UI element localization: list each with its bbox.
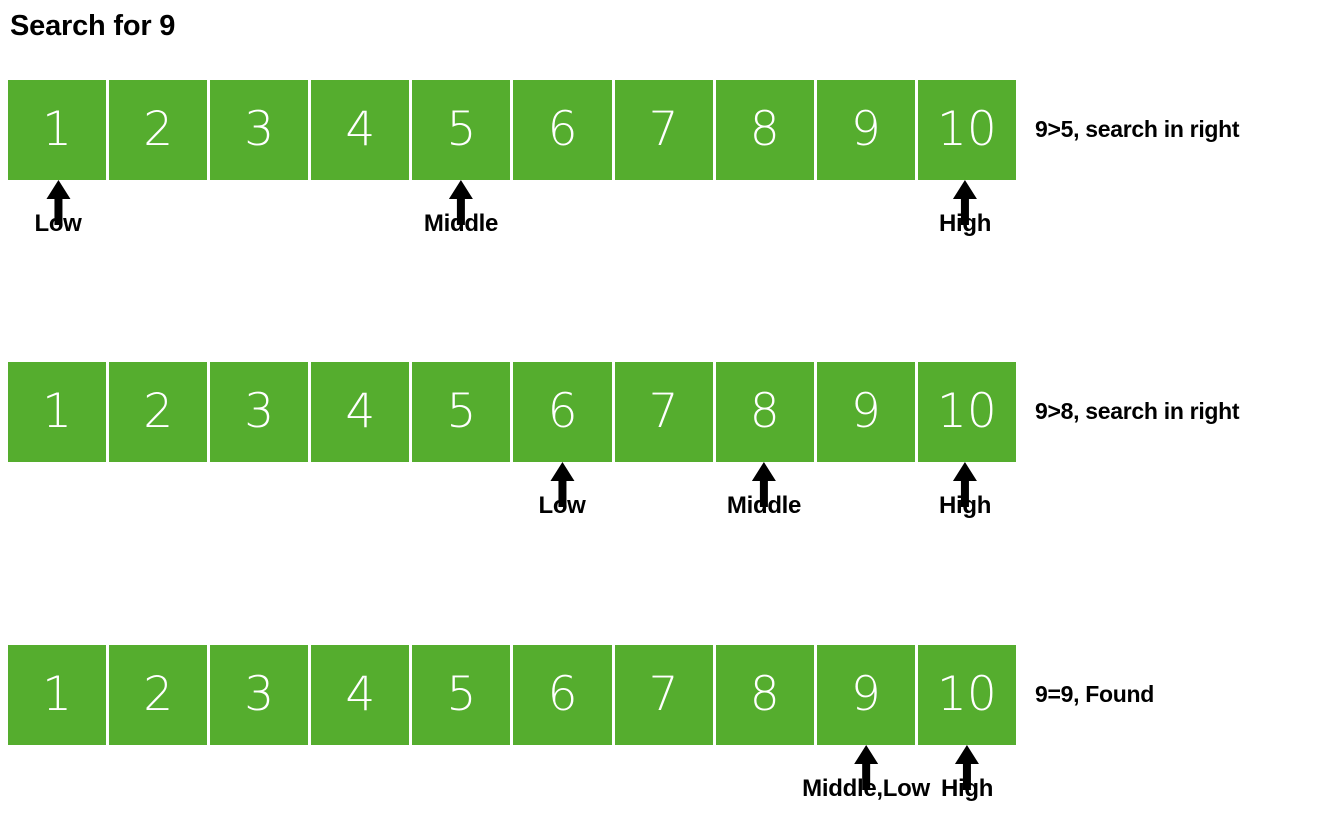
array-cell[interactable]: 2 — [109, 645, 211, 745]
array-cell-value: 5 — [446, 666, 477, 722]
array-cell-value: 4 — [345, 666, 376, 722]
pointer-high: High — [939, 462, 991, 518]
pointer-middle: Middle — [424, 180, 498, 236]
array-cell[interactable]: 3 — [210, 362, 312, 462]
array-cell-value: 2 — [143, 666, 174, 722]
pointer-label: High — [940, 775, 994, 802]
array-cell-value: 8 — [749, 383, 780, 439]
array-cell[interactable]: 9 — [816, 645, 918, 745]
pointer-label: Middle,Low — [802, 775, 930, 802]
pointer-high: High — [941, 745, 993, 801]
array-cell[interactable]: 10 — [917, 362, 1016, 462]
array-cell-value: 1 — [42, 383, 72, 439]
array-cell[interactable]: 4 — [311, 80, 413, 180]
array-cell-value: 6 — [547, 101, 578, 157]
array-cell-value: 3 — [244, 101, 275, 157]
array-cell-value: 10 — [936, 666, 997, 722]
array-cell[interactable]: 5 — [412, 362, 514, 462]
array-cell[interactable]: 2 — [109, 80, 211, 180]
array-bar: 1 2 3 4 5 6 7 8 9 10 — [8, 80, 1016, 180]
array-cell-value: 9 — [850, 666, 881, 722]
array-cell-value: 9 — [850, 101, 881, 157]
pointer-label: High — [938, 210, 992, 237]
array-cell-value: 3 — [244, 666, 275, 722]
array-cell[interactable]: 10 — [917, 645, 1016, 745]
array-cell[interactable]: 8 — [715, 362, 817, 462]
array-cell[interactable]: 5 — [412, 645, 514, 745]
array-cell[interactable]: 1 — [8, 80, 110, 180]
array-cell-value: 2 — [143, 383, 174, 439]
array-cell-value: 1 — [42, 101, 72, 157]
array-cell[interactable]: 7 — [614, 362, 716, 462]
step-note: 9=9, Found — [1035, 681, 1155, 707]
array-cell-value: 7 — [648, 101, 679, 157]
array-cell-value: 8 — [749, 101, 780, 157]
pointer-label: Middle — [726, 492, 802, 519]
array-cell[interactable]: 6 — [513, 645, 615, 745]
pointer-high: High — [939, 180, 991, 236]
array-cell[interactable]: 3 — [210, 645, 312, 745]
array-cell[interactable]: 8 — [715, 80, 817, 180]
array-cell[interactable]: 10 — [917, 80, 1016, 180]
array-cell-value: 6 — [547, 666, 578, 722]
array-cell[interactable]: 1 — [8, 362, 110, 462]
array-cell-value: 3 — [244, 383, 275, 439]
array-cell-value: 9 — [850, 383, 881, 439]
pointer-middle-low: Middle,Low — [802, 745, 930, 801]
pointer-label: Low — [538, 492, 586, 519]
array-cell-value: 4 — [345, 383, 376, 439]
array-cell-value: 8 — [749, 666, 780, 722]
array-cell[interactable]: 6 — [513, 80, 615, 180]
array-cell[interactable]: 3 — [210, 80, 312, 180]
array-cell[interactable]: 2 — [109, 362, 211, 462]
step-note: 9>5, search in right — [1035, 116, 1240, 142]
array-cell[interactable]: 4 — [311, 362, 413, 462]
pointer-label: Low — [34, 210, 82, 237]
pointer-middle: Middle — [727, 462, 801, 518]
array-cell-value: 4 — [345, 101, 376, 157]
array-cell[interactable]: 8 — [715, 645, 817, 745]
array-cell[interactable]: 9 — [816, 362, 918, 462]
array-cell[interactable]: 5 — [412, 80, 514, 180]
array-cell-value: 6 — [547, 383, 578, 439]
array-cell-value: 10 — [936, 383, 997, 439]
binary-search-diagram: Search for 9 1 2 3 4 5 6 7 8 9 10 9>5, s… — [0, 0, 1334, 821]
array-cell-value: 5 — [446, 101, 477, 157]
array-cell[interactable]: 6 — [513, 362, 615, 462]
pointer-label: High — [938, 492, 992, 519]
array-cell-value: 7 — [648, 666, 679, 722]
array-cell-value: 2 — [143, 101, 174, 157]
step-note: 9>8, search in right — [1035, 398, 1240, 424]
page-title: Search for 9 — [10, 10, 176, 42]
array-cell[interactable]: 7 — [614, 645, 716, 745]
array-cell[interactable]: 1 — [8, 645, 110, 745]
array-cell[interactable]: 7 — [614, 80, 716, 180]
pointer-label: Middle — [423, 210, 499, 237]
array-cell-value: 7 — [648, 383, 679, 439]
array-bar: 1 2 3 4 5 6 7 8 9 10 — [8, 645, 1016, 745]
array-cell-value: 5 — [446, 383, 477, 439]
array-bar: 1 2 3 4 5 6 7 8 9 10 — [8, 362, 1016, 462]
array-cell-value: 10 — [936, 101, 997, 157]
pointer-low: Low — [538, 462, 586, 519]
array-cell[interactable]: 9 — [816, 80, 918, 180]
pointer-low: Low — [34, 180, 82, 237]
array-cell[interactable]: 4 — [311, 645, 413, 745]
array-cell-value: 1 — [42, 666, 72, 722]
